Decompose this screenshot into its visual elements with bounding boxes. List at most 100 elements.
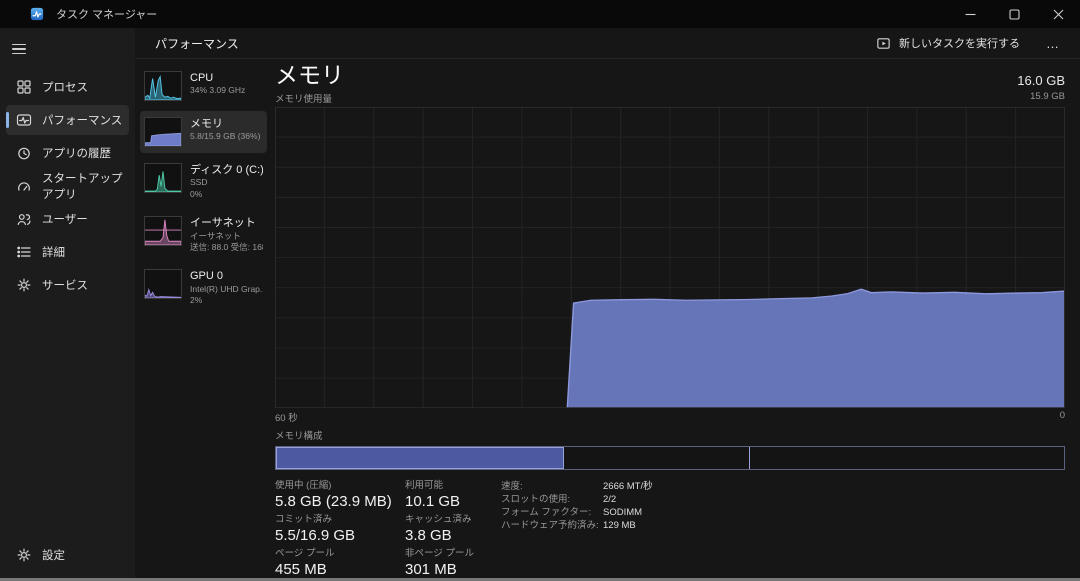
memory-title: メモリ [275,63,344,88]
sidebar-item-processes[interactable]: プロセス [6,72,129,102]
close-button[interactable] [1036,0,1080,28]
sidebar-item-label: スタートアップ アプリ [42,170,129,202]
page-title: パフォーマンス [155,35,239,52]
memory-stats-right: 速度: 2666 MT/秒スロットの使用: 2/2フォーム ファクター: SOD… [501,480,653,578]
sidebar-item-label: プロセス [42,79,88,95]
memory-mini-chart [144,117,182,147]
stat-label: キャッシュ済み [405,514,487,525]
rail-item-disk[interactable]: ディスク 0 (C:)SSD0% [140,157,267,206]
sidebar-item-startup-apps[interactable]: スタートアップ アプリ [6,171,129,201]
sidebar-item-label: アプリの履歴 [42,145,111,161]
sidebar-item-details[interactable]: 詳細 [6,237,129,267]
memory-pane: メモリ 16.0 GB メモリ使用量 15.9 GB 60 秒 0 メモリ構成 [275,63,1065,578]
minimize-button[interactable] [948,0,992,28]
stat-value: 301 MB [405,561,487,578]
performance-icon [16,112,32,128]
sidebar-item-settings[interactable]: 設定 [6,540,129,570]
ethernet-mini-chart [144,216,182,246]
stat-value: 3.8 GB [405,527,487,544]
window-controls [948,0,1080,28]
rail-item-subtext: 0% [190,189,263,200]
gear-icon [16,547,32,563]
performance-rail: CPU34% 3.09 GHz メモリ5.8/15.9 GB (36%) ディス… [140,63,267,578]
app-history-icon [16,145,32,161]
cpu-mini-chart [144,71,182,101]
stat-cell: 非ページ プール 301 MB [405,548,487,578]
titlebar: タスク マネージャー [0,0,1080,28]
memory-usage-chart [275,107,1065,408]
run-new-task-button[interactable]: 新しいタスクを実行する [870,32,1026,54]
composition-segment-2 [564,447,751,469]
rail-item-subtext: 送信: 88.0 受信: 168 Kbps [190,242,263,253]
rail-item-cpu[interactable]: CPU34% 3.09 GHz [140,65,267,107]
hardware-stat-value: 129 MB [603,519,636,532]
sidebar-item-label: サービス [42,277,88,293]
sidebar-item-label: 詳細 [42,244,65,260]
hardware-stat-value: 2666 MT/秒 [603,480,653,493]
x-axis-right-label: 0 [1060,410,1065,424]
stat-cell: ページ プール 455 MB [275,548,395,578]
performance-body: CPU34% 3.09 GHz メモリ5.8/15.9 GB (36%) ディス… [135,59,1080,578]
x-axis-left-label: 60 秒 [275,410,298,424]
memory-stats: 使用中 (圧縮) 5.8 GB (23.9 MB) 利用可能 10.1 GB コミッ… [275,480,1065,578]
header-actions: 新しいタスクを実行する … [870,32,1064,54]
hardware-stat-label: ハードウェア予約済み: [501,519,603,532]
run-new-task-icon [876,36,891,51]
hardware-stat-label: フォーム ファクター: [501,506,603,519]
maximize-button[interactable] [992,0,1036,28]
services-icon [16,277,32,293]
hardware-stat-row: 速度: 2666 MT/秒 [501,480,653,493]
rail-item-subtext: 2% [190,295,263,306]
menu-toggle-icon[interactable] [12,36,42,62]
rail-item-subtext: イーサネット [190,231,263,242]
details-icon [16,244,32,260]
stat-cell: 利用可能 10.1 GB [405,480,487,510]
memory-stats-left: 使用中 (圧縮) 5.8 GB (23.9 MB) 利用可能 10.1 GB コミッ… [275,480,487,578]
rail-item-title: CPU [190,71,245,85]
composition-label: メモリ構成 [275,428,1065,442]
hardware-stat-value: 2/2 [603,493,616,506]
gpu-mini-chart [144,269,182,299]
app-icon [30,7,44,21]
chart-max-label: 15.9 GB [1030,91,1065,105]
stat-cell: コミット済み 5.5/16.9 GB [275,514,395,544]
stat-label: 使用中 (圧縮) [275,480,395,491]
run-new-task-label: 新しいタスクを実行する [899,35,1020,51]
sidebar-item-performance[interactable]: パフォーマンス [6,105,129,135]
rail-item-gpu[interactable]: GPU 0Intel(R) UHD Grap...2% [140,263,267,312]
sidebar-item-label: パフォーマンス [42,112,122,128]
sidebar-item-services[interactable]: サービス [6,270,129,300]
sidebar-item-users[interactable]: ユーザー [6,204,129,234]
sidebar-item-app-history[interactable]: アプリの履歴 [6,138,129,168]
stat-value: 5.5/16.9 GB [275,527,395,544]
memory-composition-bar [275,446,1065,470]
hardware-stat-row: スロットの使用: 2/2 [501,493,653,506]
startup-apps-icon [16,178,32,194]
rail-item-subtext: Intel(R) UHD Grap... [190,284,263,295]
stat-label: コミット済み [275,514,395,525]
settings-label: 設定 [42,547,65,563]
stat-label: ページ プール [275,548,395,559]
rail-item-subtext: 5.8/15.9 GB (36%) [190,131,260,142]
sidebar-item-label: ユーザー [42,211,88,227]
sidebar-bottom: 設定 [0,540,135,578]
hardware-stat-label: 速度: [501,480,603,493]
chart-caption-row: メモリ使用量 15.9 GB [275,91,1065,105]
stat-value: 5.8 GB (23.9 MB) [275,493,395,510]
processes-icon [16,79,32,95]
hardware-stat-row: ハードウェア予約済み: 129 MB [501,519,653,532]
rail-item-memory[interactable]: メモリ5.8/15.9 GB (36%) [140,111,267,153]
users-icon [16,211,32,227]
chart-caption: メモリ使用量 [275,91,332,105]
more-options-button[interactable]: … [1042,36,1064,51]
stat-value: 455 MB [275,561,395,578]
rail-item-title: ディスク 0 (C:) [190,163,263,177]
rail-item-ethernet[interactable]: イーサネットイーサネット送信: 88.0 受信: 168 Kbps [140,210,267,259]
rail-item-subtext: SSD [190,177,263,188]
task-manager-window: タスク マネージャー プロセスパフォーマンスアプリの履歴スタートアップ アプリユ… [0,0,1080,581]
rail-item-title: メモリ [190,117,260,131]
stat-label: 非ページ プール [405,548,487,559]
rail-item-title: GPU 0 [190,269,263,283]
composition-segment-3 [750,447,1064,469]
stat-cell: キャッシュ済み 3.8 GB [405,514,487,544]
